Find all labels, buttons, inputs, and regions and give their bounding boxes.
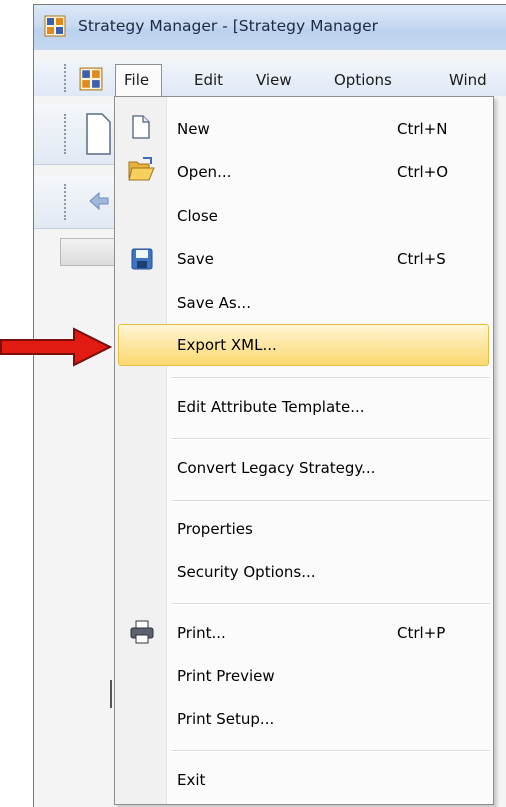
- new-document-icon: [132, 115, 150, 139]
- menu-item-exit[interactable]: Exit: [177, 771, 205, 789]
- menu-separator: [172, 603, 490, 605]
- shortcut-print: Ctrl+P: [397, 624, 446, 642]
- save-disk-icon: [131, 248, 153, 270]
- tab-header[interactable]: [60, 238, 116, 266]
- shortcut-save: Ctrl+S: [397, 250, 446, 268]
- shortcut-open: Ctrl+O: [397, 163, 449, 181]
- menu-separator: [172, 438, 490, 440]
- menu-file[interactable]: File: [124, 71, 149, 89]
- back-arrow-icon[interactable]: [88, 190, 110, 212]
- toolbar-grip-2[interactable]: [64, 184, 69, 220]
- menu-separator: [172, 750, 490, 752]
- menu-item-convert-legacy-strategy[interactable]: Convert Legacy Strategy...: [177, 459, 375, 477]
- menu-item-new[interactable]: New: [177, 120, 210, 138]
- menu-options[interactable]: Options: [334, 71, 392, 89]
- shortcut-new: Ctrl+N: [397, 120, 448, 138]
- menu-item-save-as[interactable]: Save As...: [177, 294, 251, 312]
- menu-item-print[interactable]: Print...: [177, 624, 226, 642]
- menu-item-export-xml[interactable]: Export XML...: [177, 336, 277, 354]
- open-folder-icon: [128, 157, 155, 181]
- menu-separator: [172, 377, 490, 379]
- menu-edit[interactable]: Edit: [194, 71, 223, 89]
- app-logo-icon: [44, 15, 66, 37]
- printer-icon: [130, 620, 154, 644]
- menubar-grip[interactable]: [64, 64, 69, 92]
- menu-item-print-preview[interactable]: Print Preview: [177, 667, 275, 685]
- menu-item-close[interactable]: Close: [177, 207, 218, 225]
- menu-view[interactable]: View: [256, 71, 292, 89]
- text-caret: [110, 680, 112, 708]
- new-document-icon[interactable]: [84, 112, 112, 156]
- menu-window[interactable]: Wind: [449, 71, 487, 89]
- menu-item-save[interactable]: Save: [177, 250, 214, 268]
- toolbar-grip[interactable]: [64, 114, 69, 154]
- menu-separator: [172, 500, 490, 502]
- menu-icon-gutter: [115, 97, 167, 804]
- menu-item-security-options[interactable]: Security Options...: [177, 563, 316, 581]
- window-title: Strategy Manager - [Strategy Manager: [78, 17, 379, 35]
- file-dropdown-menu: [114, 96, 494, 805]
- menu-item-open[interactable]: Open...: [177, 163, 231, 181]
- menubar-app-icon[interactable]: [79, 67, 103, 91]
- menu-item-properties[interactable]: Properties: [177, 520, 253, 538]
- menu-item-edit-attribute-template[interactable]: Edit Attribute Template...: [177, 398, 365, 416]
- menu-item-highlight: [118, 324, 489, 366]
- menu-item-print-setup[interactable]: Print Setup...: [177, 710, 274, 728]
- red-arrow-icon: [0, 327, 112, 367]
